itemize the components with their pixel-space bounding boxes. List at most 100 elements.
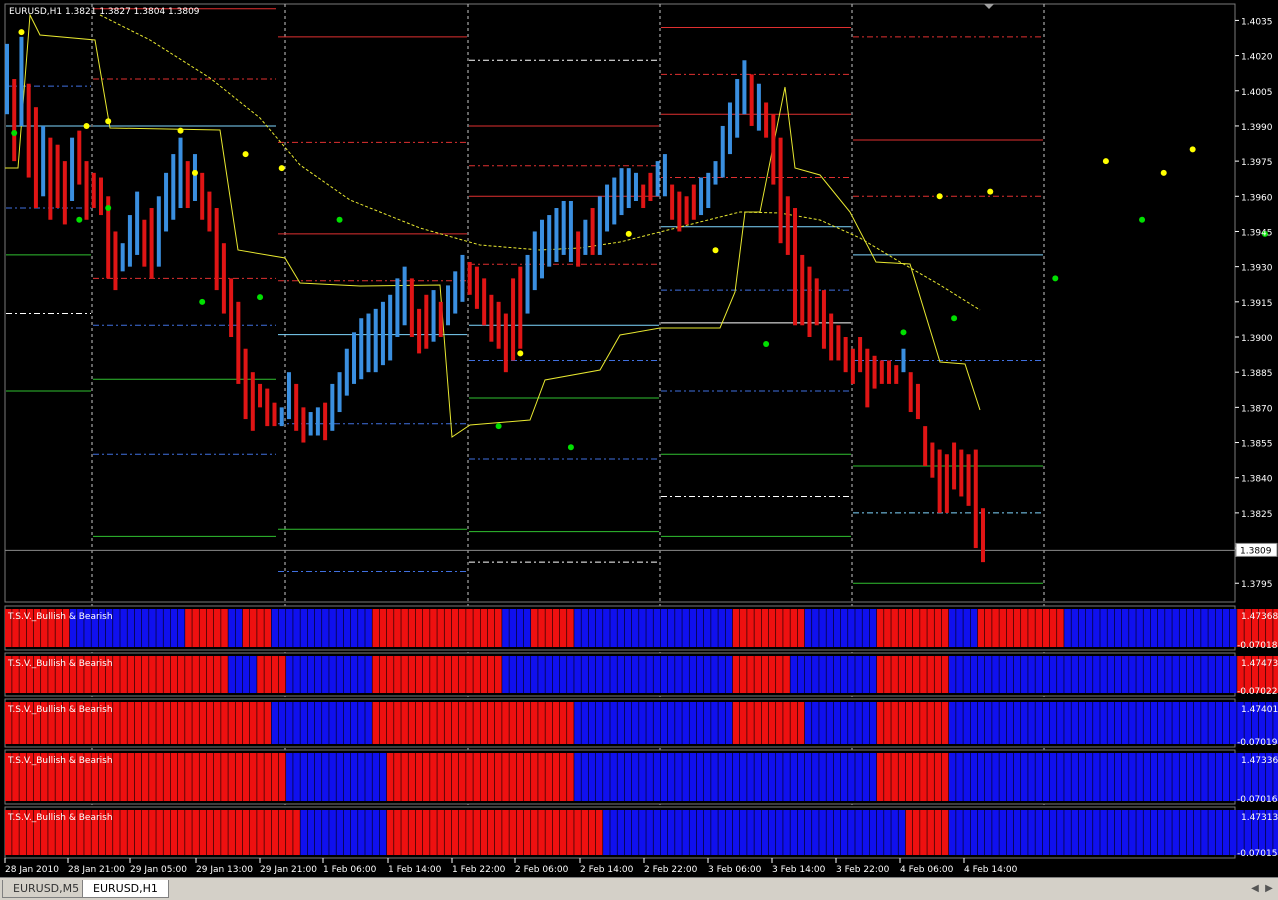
indicator-bar xyxy=(747,656,754,693)
indicator-bar xyxy=(790,609,798,647)
indicator-bar xyxy=(703,702,711,744)
indicator-bar xyxy=(1121,609,1129,647)
tab-eurusd-h1[interactable]: EURUSD,H1 xyxy=(82,880,169,898)
indicator-bar xyxy=(1222,810,1230,855)
indicator-bar xyxy=(912,753,920,801)
indicator-bar xyxy=(235,753,243,801)
indicator-bar xyxy=(228,656,235,693)
indicator-bar xyxy=(329,656,336,693)
indicator-bar xyxy=(314,609,322,647)
price-bar xyxy=(807,266,812,338)
indicator-bar xyxy=(639,656,646,693)
signal-dot-low xyxy=(76,216,83,223)
indicator-bar xyxy=(740,702,747,744)
tab-eurusd-m5[interactable]: EURUSD,M5 xyxy=(2,880,91,898)
indicator-bar xyxy=(307,702,315,744)
indicator-bar xyxy=(192,609,199,647)
indicator-bar xyxy=(1100,609,1107,647)
indicator-bar xyxy=(948,753,956,801)
tab-scroll-right-icon[interactable]: ▶ xyxy=(1263,882,1275,895)
indicator-bar xyxy=(1028,656,1035,693)
price-bar xyxy=(670,184,675,220)
price-bar xyxy=(655,161,660,197)
indicator-bar xyxy=(1100,702,1107,744)
price-bar xyxy=(453,271,458,314)
indicator-bar xyxy=(689,753,697,801)
indicator-bar xyxy=(1230,656,1237,693)
indicator-bar xyxy=(1057,609,1064,647)
price-bar xyxy=(778,137,783,244)
indicator-bar xyxy=(639,753,646,801)
indicator-bar xyxy=(948,810,956,855)
tab-scroll-left-icon[interactable]: ◀ xyxy=(1249,882,1261,895)
indicator-label: T.S.V._Bullish & Bearish xyxy=(7,756,113,766)
indicator-bar xyxy=(992,656,999,693)
indicator-bar xyxy=(1085,609,1093,647)
indicator-bar xyxy=(1028,609,1035,647)
indicator-bar xyxy=(667,753,675,801)
indicator-bar xyxy=(1165,753,1172,801)
indicator-bar xyxy=(1193,609,1201,647)
indicator-bar xyxy=(1157,609,1165,647)
signal-dot-high xyxy=(625,230,632,237)
indicator-label: T.S.V._Bullish & Bearish xyxy=(7,705,113,715)
indicator-bar xyxy=(394,702,401,744)
price-bar xyxy=(171,154,176,220)
indicator-bar xyxy=(1107,753,1115,801)
indicator-bar xyxy=(1230,702,1237,744)
indicator-bar xyxy=(185,656,192,693)
price-bar xyxy=(120,243,125,272)
indicator-bar xyxy=(379,609,387,647)
price-bar xyxy=(496,301,501,349)
indicator-bar xyxy=(567,656,574,693)
price-bar xyxy=(301,407,306,443)
indicator-bar xyxy=(242,702,250,744)
indicator-pane-3: T.S.V._Bullish & Bearish 1.47401 -0.07019 xyxy=(4,698,1278,748)
price-bar xyxy=(77,130,82,185)
price-bar xyxy=(402,266,407,326)
indicator-bar xyxy=(149,656,156,693)
price-chart[interactable]: 1.4035 1.4020 1.4005 1.3990 1.3975 1.3960 1.39… xyxy=(0,0,1278,877)
indicator-bar xyxy=(401,609,408,647)
indicator-bar xyxy=(675,609,682,647)
indicator-bar xyxy=(1078,656,1086,693)
indicator-bar xyxy=(480,656,488,693)
price-bar xyxy=(944,454,949,513)
indicator-bottom-value: -0.07015 xyxy=(1237,849,1277,859)
indicator-bar xyxy=(603,609,610,647)
indicator-bar xyxy=(804,656,812,693)
indicator-bar xyxy=(113,702,120,744)
indicator-bar xyxy=(956,753,963,801)
indicator-bar xyxy=(1165,702,1172,744)
indicator-bar xyxy=(271,702,279,744)
indicator-bar xyxy=(898,702,906,744)
indicator-bar xyxy=(740,810,747,855)
indicator-bar xyxy=(170,753,178,801)
indicator-bar xyxy=(343,702,351,744)
y-tick-label: 1.3870 xyxy=(1241,404,1273,414)
indicator-bar xyxy=(559,753,567,801)
indicator-bar xyxy=(516,753,524,801)
indicator-bar xyxy=(286,656,293,693)
indicator-bar xyxy=(1085,656,1093,693)
indicator-bar xyxy=(1093,810,1100,855)
price-bar xyxy=(503,313,508,373)
indicator-bar xyxy=(819,702,826,744)
indicator-bar xyxy=(934,702,942,744)
price-bar xyxy=(388,294,393,361)
indicator-bar xyxy=(559,609,567,647)
indicator-bar xyxy=(134,753,142,801)
indicator-bar xyxy=(653,810,661,855)
indicator-bar xyxy=(1179,702,1187,744)
indicator-bar xyxy=(934,609,942,647)
indicator-bar xyxy=(603,753,610,801)
indicator-bar xyxy=(473,810,480,855)
price-bar xyxy=(467,261,472,295)
price-bar xyxy=(294,383,299,431)
price-bar xyxy=(265,388,270,427)
indicator-bar xyxy=(127,656,135,693)
indicator-bar xyxy=(639,609,646,647)
price-bar xyxy=(576,231,581,267)
indicator-bar xyxy=(1157,702,1165,744)
indicator-bar xyxy=(826,702,834,744)
